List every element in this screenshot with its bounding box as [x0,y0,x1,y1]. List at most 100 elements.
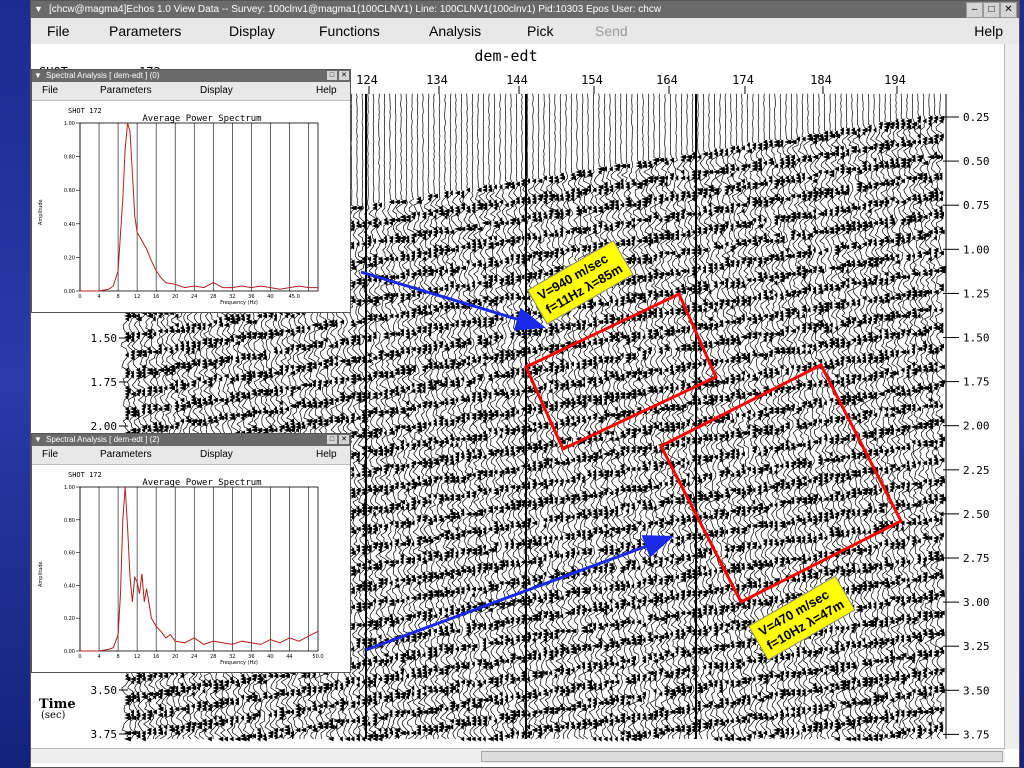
x-tick-label: 16 [153,654,159,660]
time-tick-label: 0.75 [963,199,990,212]
time-tick-label-left: 3.50 [91,684,118,697]
y-tick-label: 0.40 [64,222,75,228]
x-tick-label: 8 [116,294,119,300]
x-tick-label: 40 [267,654,273,660]
spectral-window-2[interactable]: ▼ Spectral Analysis [ dem-edt ] (2) □ ✕ … [31,433,351,673]
minimize-button[interactable]: – [966,2,983,18]
menu-parameters[interactable]: Parameters [109,23,181,39]
spectrum-line [80,122,318,292]
window-menu-chevron-icon[interactable]: ▼ [34,4,44,14]
x-tick-label: 50.0 [312,654,323,660]
trace-tick-label: 124 [356,73,378,87]
spectral-chart-title: Average Power Spectrum [142,114,261,124]
spectral-2-menu-display[interactable]: Display [200,449,233,460]
spectral-0-menu-parameters[interactable]: Parameters [100,85,152,96]
spectral-header: SHOT 172 [68,107,102,115]
trace-tick-label: 184 [810,73,832,87]
background-left [0,0,30,768]
x-tick-label: 20 [172,654,178,660]
time-tick-label: 0.25 [963,111,990,124]
spectral-0-menu-file[interactable]: File [42,85,58,96]
spectral-window-0-close-button[interactable]: ✕ [339,71,349,80]
x-tick-label: 16 [153,294,159,300]
time-tick-label-left: 1.50 [91,332,118,345]
spectral-2-menu-file[interactable]: File [42,449,58,460]
trace-tick-label: 174 [732,73,754,87]
horizontal-scrollbar[interactable] [31,748,1005,763]
spectral-window-0-maximize-button[interactable]: □ [327,71,337,80]
spectral-window-0-menubar: File Parameters Display Help [32,82,350,101]
time-tick-label: 1.75 [963,376,990,389]
spectral-chart-0: SHOT 172 Average Power Spectrum 0.00 0.20 0.… [38,107,319,306]
menu-analysis[interactable]: Analysis [429,23,481,39]
spectral-chart-2: SHOT 172 Average Power Spectrum 0.00 0.20 0.… [38,471,324,666]
time-axis-right: 0.25 0.50 0.75 1.00 1.25 1.50 1.75 2.00 2.25 2.50… [943,94,990,741]
menu-pick[interactable]: Pick [527,23,553,39]
spectral-0-menu-help[interactable]: Help [316,85,337,96]
spectral-window-2-titlebar[interactable]: ▼ Spectral Analysis [ dem-edt ] (2) □ ✕ [32,434,350,446]
trace-tick-label: 164 [656,73,678,87]
time-tick-label-left: 2.00 [91,420,118,433]
y-tick-label: 0.80 [64,518,75,524]
time-tick-label-left: 1.75 [91,376,118,389]
close-button[interactable]: ✕ [1000,2,1017,18]
spectral-0-menu-display[interactable]: Display [200,85,233,96]
time-tick-label: 3.00 [963,596,990,609]
maximize-button[interactable]: □ [983,2,1000,18]
y-tick-label: 0.80 [64,155,75,161]
time-tick-label: 2.75 [963,552,990,565]
menu-file[interactable]: File [47,23,70,39]
window-titlebar[interactable]: ▼ [chcw@magma4]Echos 1.0 View Data -- Su… [31,1,1019,18]
spectral-window-0[interactable]: ▼ Spectral Analysis [ dem-edt ] (0) □ ✕ … [31,69,351,313]
time-tick-label: 2.00 [963,420,990,433]
x-tick-label: 24 [191,294,197,300]
spectral-window-2-maximize-button[interactable]: □ [327,435,337,444]
trace-tick-label: 194 [884,73,906,87]
spectral-window-0-title: Spectral Analysis [ dem-edt ] (0) [46,71,160,80]
time-tick-label: 1.50 [963,332,990,345]
spectral-2-menu-help[interactable]: Help [316,449,337,460]
y-tick-label: 1.00 [64,485,75,491]
trace-axis: 124 134 144 154 164 174 184 194 [356,73,906,94]
x-tick-label: 12 [134,654,140,660]
spectral-window-2-title: Spectral Analysis [ dem-edt ] (2) [46,435,160,444]
x-tick-label: 45.0 [289,294,300,300]
y-axis-label: Amplitude [38,199,44,225]
x-tick-label: 44 [286,654,292,660]
spectral-window-0-titlebar[interactable]: ▼ Spectral Analysis [ dem-edt ] (0) □ ✕ [32,70,350,82]
time-tick-label: 3.75 [963,728,990,741]
window-title: [chcw@magma4]Echos 1.0 View Data -- Surv… [49,4,662,15]
menu-send: Send [595,23,628,39]
plot-title: dem-edt [474,47,537,65]
y-tick-label: 0.00 [64,649,75,655]
time-axis-unit: (sec) [41,710,66,721]
x-tick-label: 24 [191,654,197,660]
x-tick-label: 4 [97,654,100,660]
x-tick-label: 8 [116,654,119,660]
x-tick-label: 4 [97,294,100,300]
y-tick-label: 0.20 [64,255,75,261]
spectral-window-2-close-button[interactable]: ✕ [339,435,349,444]
chevron-down-icon[interactable]: ▼ [34,70,42,82]
x-tick-label: 20 [172,294,178,300]
horizontal-scroll-thumb[interactable] [481,751,1003,762]
y-tick-label: 0.60 [64,188,75,194]
vertical-scrollbar[interactable] [1004,44,1019,749]
spectral-window-2-menubar: File Parameters Display Help [32,446,350,465]
time-tick-label: 3.25 [963,640,990,653]
x-tick-label: 28 [210,294,216,300]
time-tick-label: 3.50 [963,684,990,697]
trace-tick-label: 154 [581,73,603,87]
menu-functions[interactable]: Functions [319,23,380,39]
time-tick-label: 0.50 [963,155,990,168]
time-tick-label: 2.25 [963,464,990,477]
menu-display[interactable]: Display [229,23,275,39]
time-tick-label: 2.50 [963,508,990,521]
x-tick-label: 12 [134,294,140,300]
spectral-header: SHOT 172 [68,471,102,479]
y-tick-label: 0.40 [64,583,75,589]
time-tick-label: 1.00 [963,243,990,256]
chevron-down-icon[interactable]: ▼ [34,434,42,446]
menu-help[interactable]: Help [974,23,1003,39]
spectral-2-menu-parameters[interactable]: Parameters [100,449,152,460]
